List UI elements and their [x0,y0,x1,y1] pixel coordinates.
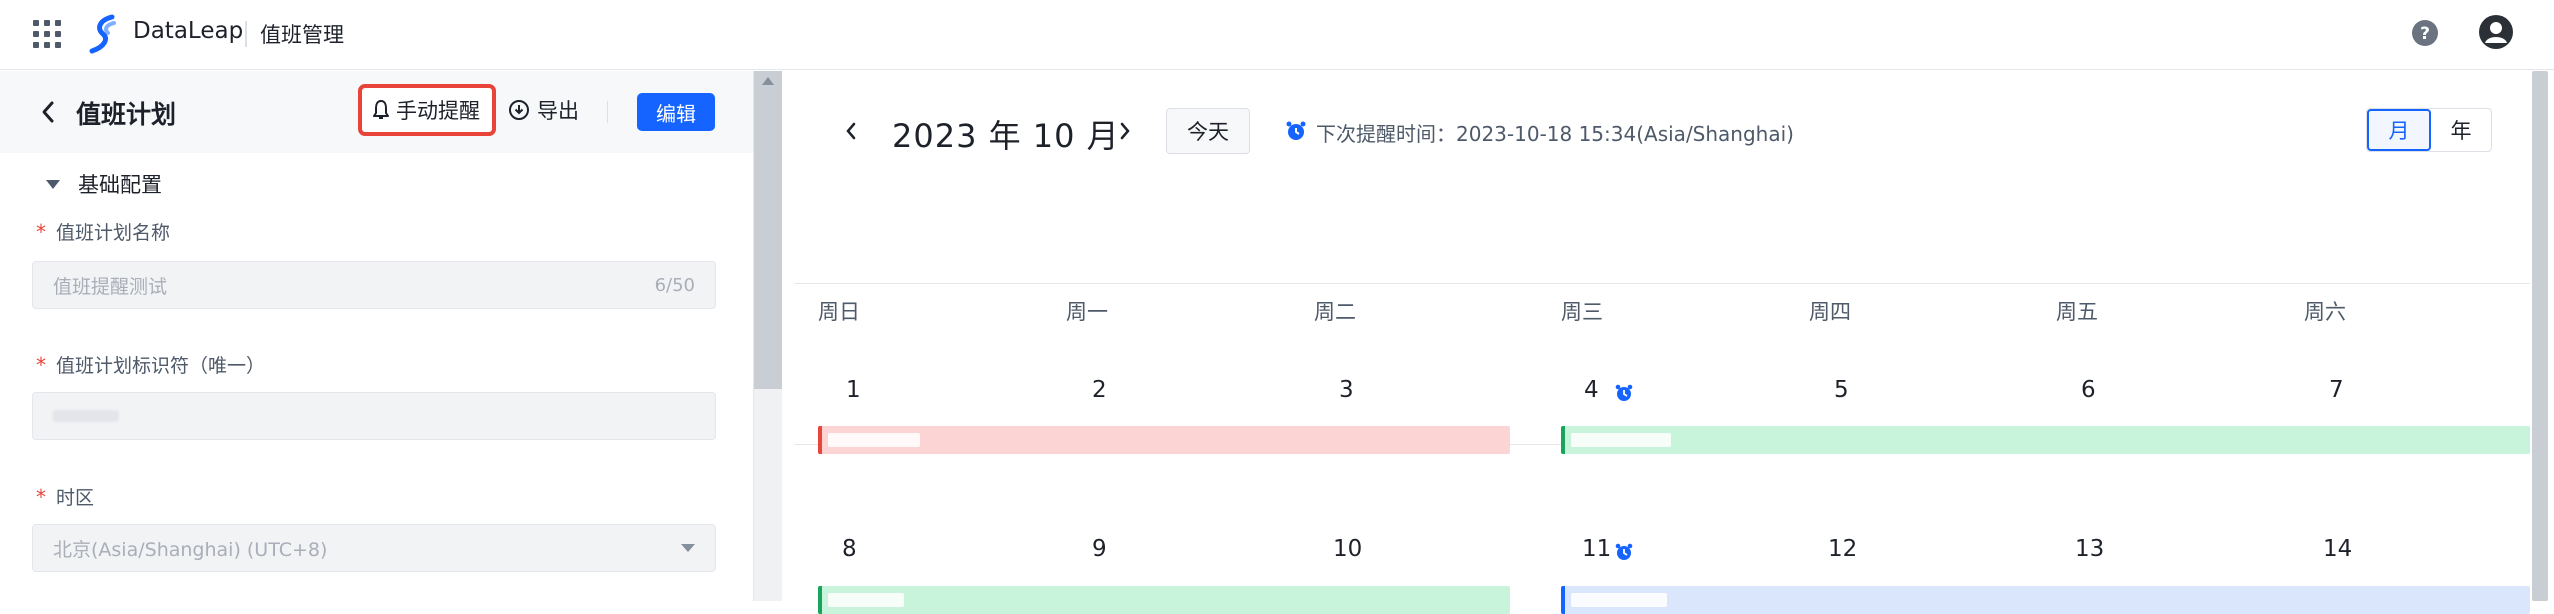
required-mark: * [36,484,46,509]
day-cell-number[interactable]: 10 [1333,536,1362,562]
section-toggle-basic-config[interactable]: 基础配置 [46,169,162,199]
plan-name-label: * 值班计划名称 [36,218,170,245]
day-cell-number[interactable]: 1 [846,377,861,403]
svg-text:?: ? [2420,24,2430,44]
divider [245,21,247,47]
calendar-week-row: 8 9 10 11 12 13 14 [794,445,2530,614]
timezone-select[interactable]: 北京(Asia/Shanghai) (UTC+8) [32,524,716,572]
dataleap-logo-icon [89,14,116,54]
duty-shift-bar[interactable] [818,586,1510,614]
help-icon[interactable]: ? [2410,18,2440,48]
view-toggle: 月 年 [2366,108,2492,152]
download-icon [509,100,529,120]
next-month-icon[interactable] [1116,119,1134,143]
left-scrollbar[interactable] [754,71,782,601]
plan-config-panel: 值班计划 手动提醒 导出 编辑 基础配置 * 值班计划名称 值班提醒测试 6/5… [0,71,754,601]
alarm-clock-icon [1615,543,1633,560]
day-cell-number[interactable]: 14 [2323,536,2352,562]
next-remind-time: 下次提醒时间：2023-10-18 15:34(Asia/Shanghai) [1316,122,1794,146]
scrollbar-thumb[interactable] [2532,71,2548,601]
timezone-label-text: 时区 [56,487,95,509]
top-bar: DataLeap 值班管理 ? [0,0,2554,70]
day-cell-number[interactable]: 4 [1584,377,1599,403]
manual-remind-label: 手动提醒 [396,99,480,123]
redacted-shift-label [828,593,904,607]
user-avatar-icon[interactable] [2478,14,2514,50]
required-mark: * [36,352,46,377]
shift-bar-edge [1561,586,1565,614]
divider [607,101,608,123]
day-cell-number[interactable]: 6 [2081,377,2096,403]
duty-shift-bar[interactable] [1561,586,2530,614]
calendar-panel: 2023 年 10 月 今天 下次提醒时间：2023-10-18 15:34(A… [794,71,2530,614]
day-cell-number[interactable]: 2 [1092,377,1107,403]
plan-name-label-text: 值班计划名称 [56,222,171,244]
calendar-scrollbar[interactable] [2530,71,2554,601]
timezone-label: * 时区 [36,483,94,510]
scroll-up-arrow-icon[interactable] [762,77,774,85]
alarm-clock-icon [1286,121,1306,140]
month-title: 2023 年 10 月 [892,117,1120,155]
identifier-label: * 值班计划标识符（唯一） [36,351,265,378]
page-title: 值班计划 [76,100,177,129]
redacted-shift-label [1571,593,1667,607]
today-button[interactable]: 今天 [1166,108,1250,154]
weekday-header: 周日 周一 周二 周三 周四 周五 周六 [794,226,2530,324]
chevron-down-icon [681,544,695,552]
prev-month-icon[interactable] [842,119,860,143]
day-cell-number[interactable]: 5 [1834,377,1849,403]
day-cell-number[interactable]: 8 [842,536,857,562]
identifier-field[interactable] [32,392,716,440]
day-cell-number[interactable]: 13 [2075,536,2104,562]
timezone-value: 北京(Asia/Shanghai) (UTC+8) [53,538,328,561]
brand-name[interactable]: DataLeap [133,18,243,44]
scrollbar-thumb[interactable] [754,71,782,389]
day-cell-number[interactable]: 12 [1828,536,1857,562]
export-button[interactable]: 导出 [508,95,579,125]
day-cell-number[interactable]: 11 [1582,536,1611,562]
redacted-value [53,410,119,422]
alarm-clock-icon [1615,384,1633,401]
plan-header: 值班计划 手动提醒 导出 编辑 [0,71,753,153]
char-counter: 6/50 [654,274,695,296]
edit-button[interactable]: 编辑 [637,93,715,131]
plan-name-field[interactable]: 值班提醒测试 6/50 [32,261,716,309]
bell-icon [373,100,389,119]
calendar-week-row: 1 2 3 4 5 6 7 [794,287,2530,454]
view-month-button[interactable]: 月 [2367,109,2431,151]
section-title: 基础配置 [78,173,162,197]
plan-name-value: 值班提醒测试 [53,275,168,298]
app-grid-icon[interactable] [33,20,61,48]
manual-remind-button[interactable]: 手动提醒 [358,84,496,136]
identifier-label-text: 值班计划标识符（唯一） [56,355,266,377]
required-mark: * [36,219,46,244]
day-cell-number[interactable]: 7 [2329,377,2344,403]
module-title[interactable]: 值班管理 [260,19,344,49]
back-arrow-icon[interactable] [36,97,62,127]
shift-bar-edge [818,586,822,614]
view-year-button[interactable]: 年 [2431,109,2491,151]
day-cell-number[interactable]: 9 [1092,536,1107,562]
caret-down-icon [46,179,60,189]
export-label: 导出 [537,99,579,123]
day-cell-number[interactable]: 3 [1339,377,1354,403]
